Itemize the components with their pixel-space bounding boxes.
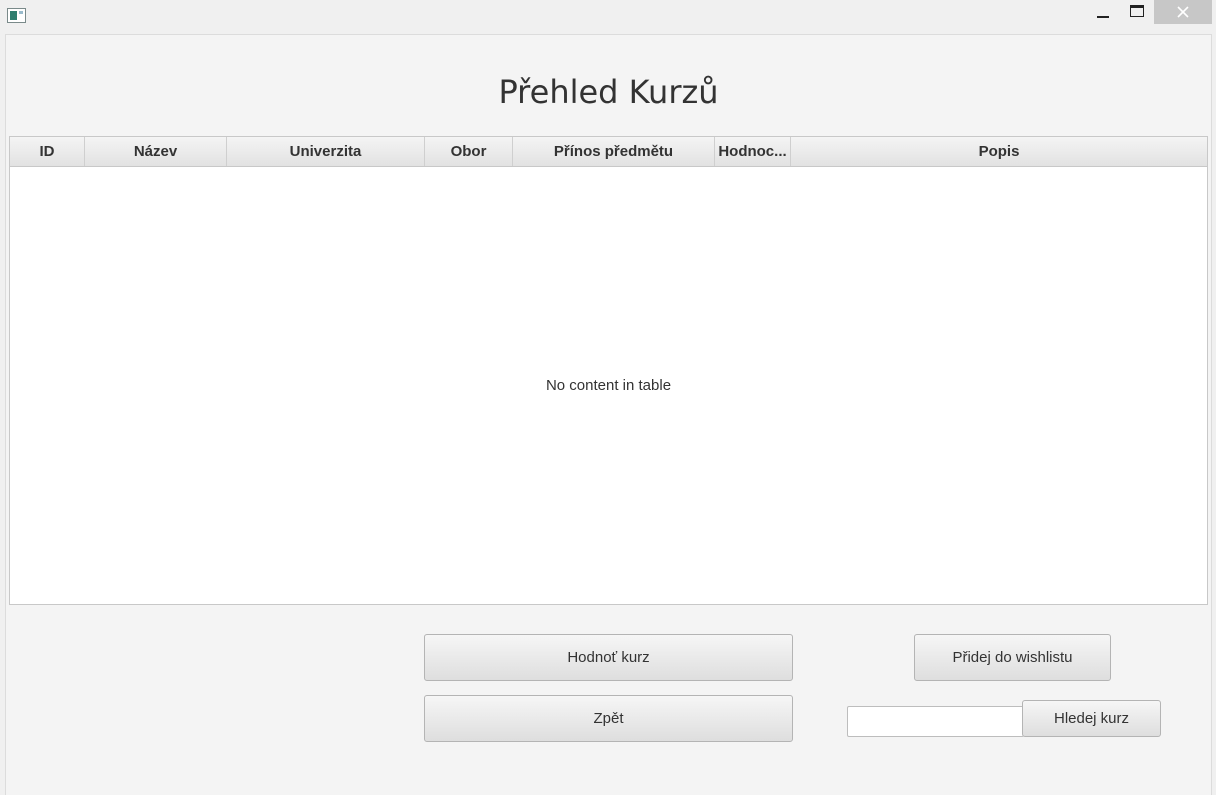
column-header-name[interactable]: Název [85, 137, 227, 166]
column-header-id[interactable]: ID [10, 137, 85, 166]
title-bar [0, 0, 1216, 30]
add-to-wishlist-button[interactable]: Přidej do wishlistu [914, 634, 1111, 681]
rate-course-button[interactable]: Hodnoť kurz [424, 634, 793, 681]
main-content: Přehled Kurzů ID Název Univerzita Obor P… [5, 34, 1212, 795]
courses-table[interactable]: ID Název Univerzita Obor Přínos předmětu… [9, 136, 1208, 605]
column-header-rating[interactable]: Hodnoc... [715, 137, 791, 166]
column-header-field[interactable]: Obor [425, 137, 513, 166]
page-title: Přehled Kurzů [498, 73, 719, 111]
minimize-button[interactable] [1088, 0, 1118, 24]
column-header-description[interactable]: Popis [791, 137, 1207, 166]
search-course-input[interactable] [847, 706, 1024, 737]
close-button[interactable] [1154, 0, 1212, 24]
maximize-icon [1130, 5, 1144, 17]
table-header: ID Název Univerzita Obor Přínos předmětu… [10, 137, 1207, 167]
column-header-benefit[interactable]: Přínos předmětu [513, 137, 715, 166]
app-window-icon [7, 8, 26, 23]
search-course-button[interactable]: Hledej kurz [1022, 700, 1161, 737]
table-empty-message: No content in table [545, 377, 672, 394]
column-header-university[interactable]: Univerzita [227, 137, 425, 166]
close-icon [1177, 6, 1189, 18]
back-button[interactable]: Zpět [424, 695, 793, 742]
maximize-button[interactable] [1122, 0, 1152, 24]
minimize-icon [1097, 16, 1109, 18]
